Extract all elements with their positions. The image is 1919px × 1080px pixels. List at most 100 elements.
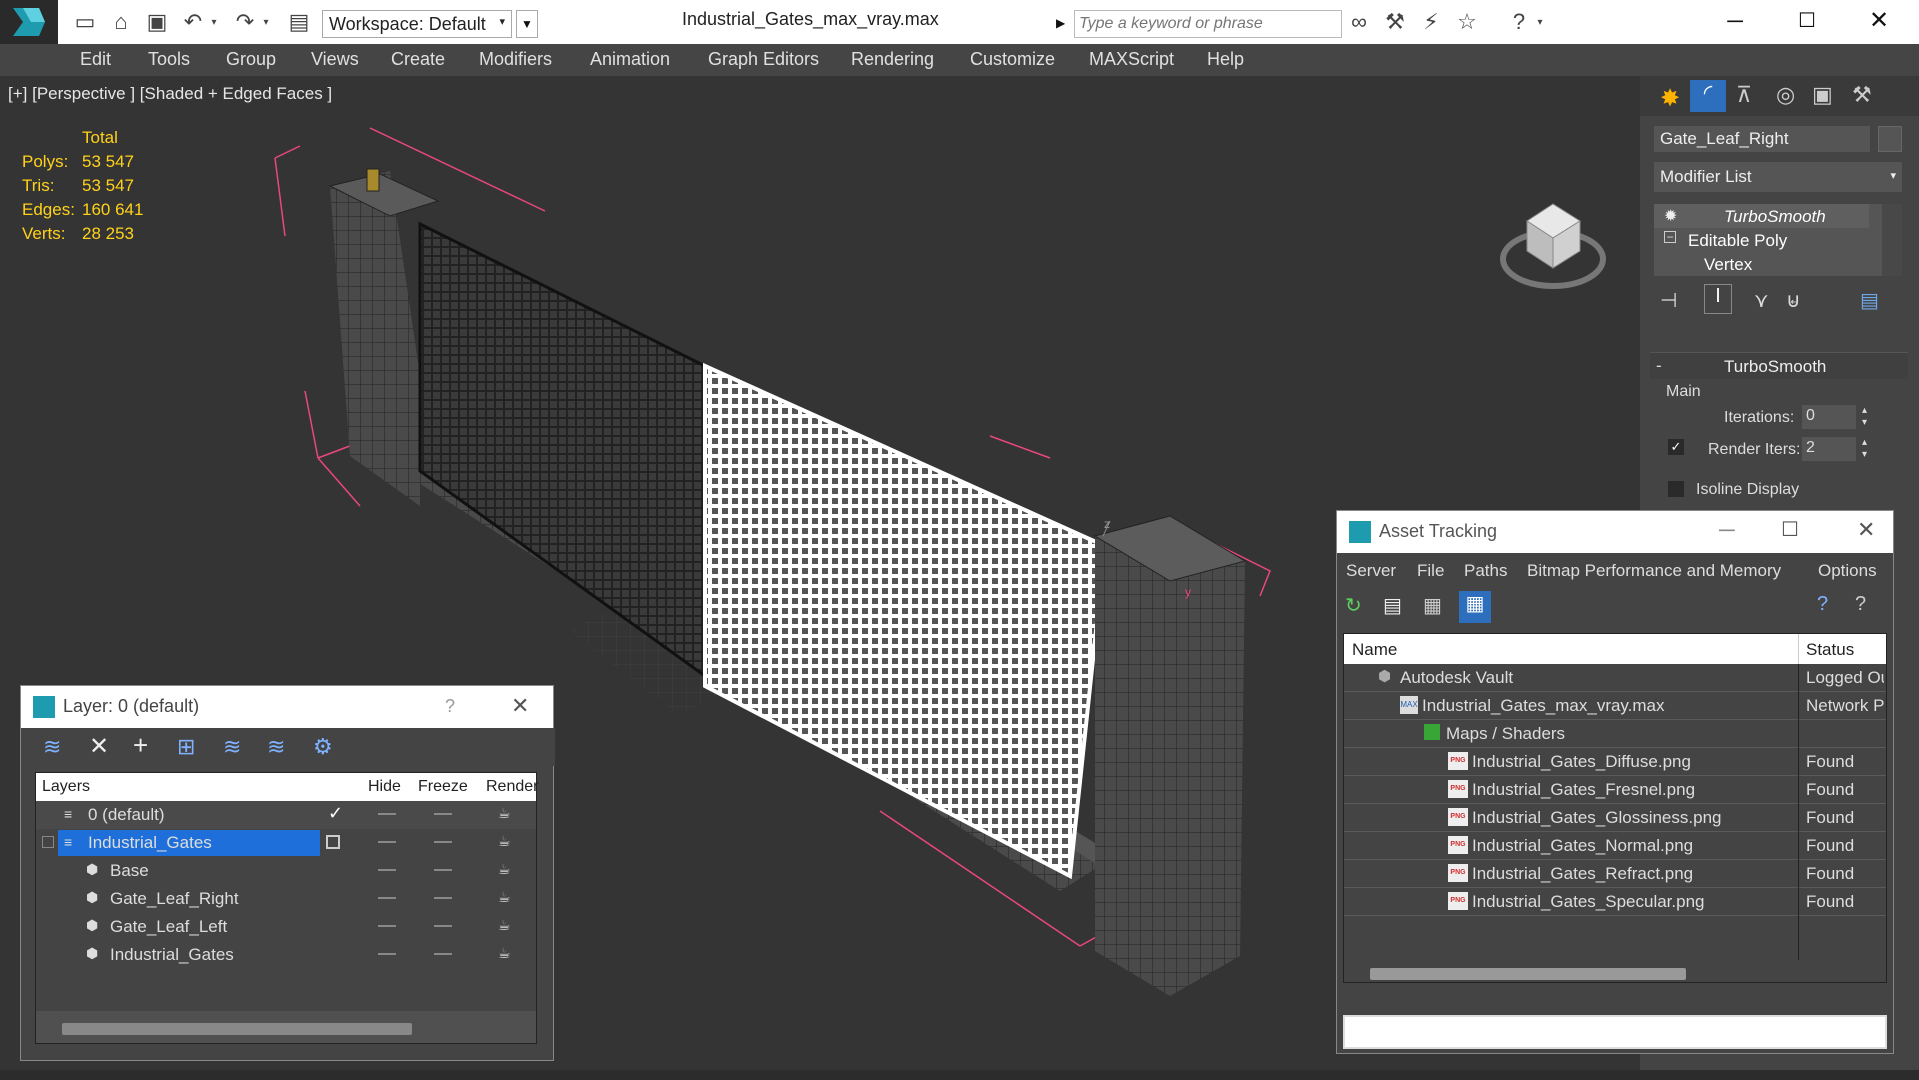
thumbnail-view-icon[interactable]: ▦ xyxy=(1423,593,1442,618)
asset-horizontal-scrollbar[interactable] xyxy=(1370,968,1686,980)
project-folder-icon[interactable]: ▤ xyxy=(286,9,312,34)
close-button[interactable]: ✕ xyxy=(1864,6,1894,34)
column-header-status[interactable]: Status xyxy=(1806,640,1854,660)
stack-item-editable-poly[interactable]: − Editable Poly xyxy=(1654,228,1869,252)
redo-dropdown-icon[interactable]: ▾ xyxy=(260,10,272,34)
spinner-arrows-icon[interactable]: ▴ ▾ xyxy=(1862,437,1867,461)
render-teapot-icon[interactable]: ☕ xyxy=(498,917,511,934)
iterations-spinner[interactable]: 0 xyxy=(1802,405,1856,429)
hide-toggle[interactable] xyxy=(378,869,396,871)
render-iters-checkbox[interactable]: ✓ xyxy=(1668,439,1684,455)
hide-toggle[interactable] xyxy=(378,897,396,899)
layer-row-industrial-gates[interactable]: ≡ Industrial_Gates ☕ xyxy=(36,829,536,857)
column-header-name[interactable]: Name xyxy=(1352,640,1397,660)
asset-row-specular[interactable]: PNG Industrial_Gates_Specular.png Found xyxy=(1344,888,1886,916)
layer-row-default[interactable]: ≡ 0 (default) ✓ ☕ xyxy=(36,801,536,829)
freeze-toggle[interactable] xyxy=(434,897,452,899)
asset-row-maps[interactable]: Maps / Shaders xyxy=(1344,720,1886,748)
column-header-layers[interactable]: Layers xyxy=(42,778,90,796)
menu-maxscript[interactable]: MAXScript xyxy=(1089,49,1174,70)
asset-window-title-bar[interactable]: Asset Tracking ─ ☐ ✕ xyxy=(1337,511,1893,553)
close-button[interactable]: ✕ xyxy=(1857,517,1875,543)
redo-icon[interactable]: ↷ xyxy=(232,9,258,34)
object-name-field[interactable]: Gate_Leaf_Right xyxy=(1654,126,1870,152)
column-divider[interactable] xyxy=(1798,634,1799,664)
rollout-header[interactable]: - TurboSmooth xyxy=(1650,353,1908,379)
asset-menu-paths[interactable]: Paths xyxy=(1464,561,1507,581)
favorites-star-icon[interactable]: ☆ xyxy=(1454,9,1480,34)
help-icon[interactable]: ? xyxy=(1855,593,1866,616)
asset-row-diffuse[interactable]: PNG Industrial_Gates_Diffuse.png Found xyxy=(1344,748,1886,776)
set-current-layer-icon[interactable]: ≋ xyxy=(267,734,285,760)
hide-toggle[interactable] xyxy=(378,841,396,843)
set-current-box-icon[interactable] xyxy=(326,835,340,849)
minimize-button[interactable]: ─ xyxy=(1720,8,1750,36)
add-to-layer-icon[interactable]: + xyxy=(133,730,148,761)
layer-settings-icon[interactable]: ⚙ xyxy=(313,734,333,760)
hide-toggle[interactable] xyxy=(378,813,396,815)
menu-customize[interactable]: Customize xyxy=(970,49,1055,70)
show-end-result-icon[interactable]: I xyxy=(1704,284,1732,314)
expand-minus-icon[interactable] xyxy=(42,836,54,848)
communication-center-icon[interactable]: ⚡ xyxy=(1418,9,1444,34)
save-icon[interactable]: ▣ xyxy=(144,9,170,34)
render-teapot-icon[interactable]: ☕ xyxy=(498,805,511,822)
render-iters-spinner[interactable]: 2 xyxy=(1802,437,1856,461)
freeze-toggle[interactable] xyxy=(434,813,452,815)
spinner-arrows-icon[interactable]: ▴ ▾ xyxy=(1862,405,1867,429)
layer-row-base[interactable]: ⬢ Base ☕ xyxy=(36,857,536,885)
freeze-toggle[interactable] xyxy=(434,925,452,927)
menu-graph-editors[interactable]: Graph Editors xyxy=(708,49,819,70)
asset-row-fresnel[interactable]: PNG Industrial_Gates_Fresnel.png Found xyxy=(1344,776,1886,804)
select-layer-icon[interactable]: ≋ xyxy=(223,734,241,760)
render-teapot-icon[interactable]: ☕ xyxy=(498,889,511,906)
stack-scrollbar[interactable] xyxy=(1882,204,1902,276)
help-dropdown-icon[interactable]: ▾ xyxy=(1534,10,1546,34)
create-layer-icon[interactable]: ≋ xyxy=(43,734,61,760)
asset-menu-options[interactable]: Options xyxy=(1818,561,1877,581)
minimize-button[interactable]: ─ xyxy=(1719,517,1735,543)
vault-help-icon[interactable]: ? xyxy=(1817,593,1828,616)
menu-group[interactable]: Group xyxy=(226,49,276,70)
layer-row-gate-leaf-right[interactable]: ⬢ Gate_Leaf_Right ☕ xyxy=(36,885,536,913)
remove-modifier-icon[interactable]: ⊌ xyxy=(1786,288,1801,313)
modify-tab-icon[interactable]: ◜ xyxy=(1690,80,1726,112)
hide-toggle[interactable] xyxy=(378,925,396,927)
maximize-button[interactable]: ☐ xyxy=(1781,517,1799,542)
open-file-icon[interactable]: ⌂ xyxy=(108,9,134,34)
utilities-tab-icon[interactable]: ⚒ xyxy=(1852,82,1872,108)
create-tab-icon[interactable]: ✸ xyxy=(1660,84,1680,113)
asset-row-glossiness[interactable]: PNG Industrial_Gates_Glossiness.png Foun… xyxy=(1344,804,1886,832)
help-icon[interactable]: ? xyxy=(1506,9,1532,34)
stack-item-vertex[interactable]: Vertex xyxy=(1654,252,1869,276)
viewcube[interactable] xyxy=(1500,203,1606,289)
layer-row-gate-leaf-left[interactable]: ⬢ Gate_Leaf_Left ☕ xyxy=(36,913,536,941)
menu-views[interactable]: Views xyxy=(311,49,359,70)
search-expand-icon[interactable]: ▶ xyxy=(1056,10,1072,38)
menu-help[interactable]: Help xyxy=(1207,49,1244,70)
asset-menu-file[interactable]: File xyxy=(1417,561,1444,581)
freeze-toggle[interactable] xyxy=(434,869,452,871)
close-button[interactable]: ✕ xyxy=(511,693,529,719)
menu-tools[interactable]: Tools xyxy=(148,49,190,70)
layer-horizontal-scrollbar[interactable] xyxy=(62,1023,412,1035)
maximize-button[interactable]: ☐ xyxy=(1792,8,1822,36)
asset-menu-bitmap[interactable]: Bitmap Performance and Memory xyxy=(1527,561,1781,581)
workspace-menu-icon[interactable]: ▼ xyxy=(516,10,538,38)
display-tab-icon[interactable]: ▣ xyxy=(1812,82,1833,108)
freeze-toggle[interactable] xyxy=(434,953,452,955)
select-in-layer-icon[interactable]: ⊞ xyxy=(177,734,195,760)
modifier-list-dropdown[interactable]: Modifier List ▾ xyxy=(1654,162,1902,192)
render-teapot-icon[interactable]: ☕ xyxy=(498,945,511,962)
menu-animation[interactable]: Animation xyxy=(590,49,670,70)
layer-row-industrial-gates-object[interactable]: ⬢ Industrial_Gates ☕ xyxy=(36,941,536,969)
table-view-icon[interactable]: ▦ xyxy=(1459,591,1491,623)
asset-path-field[interactable] xyxy=(1343,1015,1887,1049)
column-header-render[interactable]: Render xyxy=(486,778,538,796)
help-button[interactable]: ? xyxy=(445,696,455,717)
undo-icon[interactable]: ↶ xyxy=(180,9,206,34)
new-file-icon[interactable]: ▭ xyxy=(72,9,98,34)
app-logo-icon[interactable] xyxy=(0,0,58,44)
layer-window-title-bar[interactable]: Layer: 0 (default) ? ✕ xyxy=(21,686,553,728)
column-header-hide[interactable]: Hide xyxy=(368,778,401,796)
